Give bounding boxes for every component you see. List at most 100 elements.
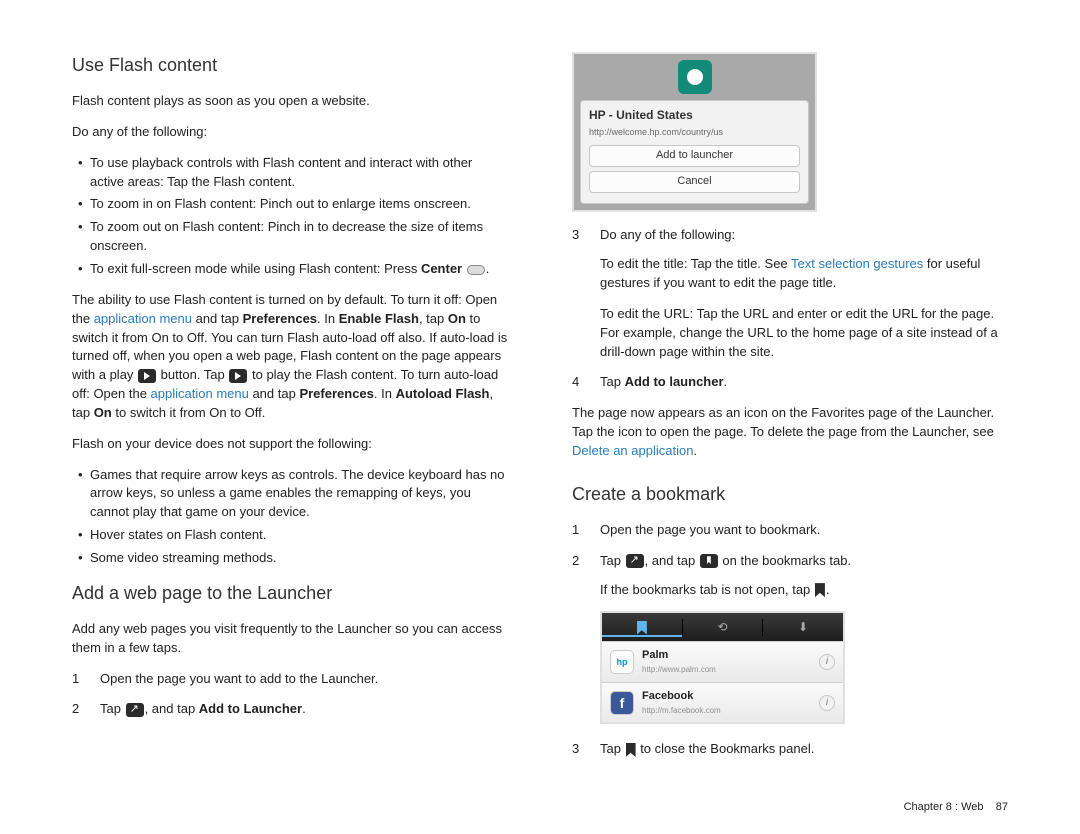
bookmark-row[interactable]: f Facebook http://m.facebook.com i	[602, 682, 843, 723]
flash-bullet-exit: To exit full-screen mode while using Fla…	[78, 260, 508, 279]
flash-intro: Flash content plays as soon as you open …	[72, 92, 508, 111]
text: . In	[317, 311, 339, 326]
bookmark-row[interactable]: hp Palm http://www.palm.com i	[602, 641, 843, 682]
dialog-panel: HP - United States http://welcome.hp.com…	[580, 100, 809, 204]
center-button-icon	[467, 265, 485, 275]
bookmarks-panel: ⟲ ⬇ hp Palm http://www.palm.com i f	[600, 611, 845, 724]
tab-bookmarks[interactable]	[602, 619, 683, 636]
link-application-menu[interactable]: application menu	[94, 311, 192, 326]
site-tile-icon	[678, 60, 712, 94]
add-steps-continued: Do any of the following: To edit the tit…	[572, 226, 1008, 392]
bookmarks-tabs: ⟲ ⬇	[602, 613, 843, 641]
bookmark-icon	[626, 743, 636, 757]
flash-unsupported-item: Games that require arrow keys as control…	[78, 466, 508, 523]
launcher-result: The page now appears as an icon on the F…	[572, 404, 1008, 461]
text: and tap	[249, 386, 300, 401]
share-icon	[126, 703, 144, 717]
flash-list: To use playback controls with Flash cont…	[72, 154, 508, 279]
add-step-4: Tap Add to launcher.	[572, 373, 1008, 392]
text: . In	[374, 386, 396, 401]
bookmark-steps: Open the page you want to bookmark. Tap …	[572, 521, 1008, 759]
add-intro: Add any web pages you visit frequently t…	[72, 620, 508, 658]
text: Tap	[600, 741, 625, 756]
add-step-3: Do any of the following: To edit the tit…	[572, 226, 1008, 361]
bookmark-text: Palm http://www.palm.com	[642, 648, 716, 676]
tab-history[interactable]: ⟲	[683, 619, 764, 636]
link-application-menu[interactable]: application menu	[151, 386, 249, 401]
text: Tap	[600, 553, 625, 568]
text: .	[724, 374, 728, 389]
chapter-label: Chapter 8 : Web	[904, 801, 984, 813]
flash-unsupported-list: Games that require arrow keys as control…	[72, 466, 508, 568]
add-to-launcher-dialog: HP - United States http://welcome.hp.com…	[572, 52, 817, 212]
text: to close the Bookmarks panel.	[637, 741, 815, 756]
add-step-1: Open the page you want to add to the Lau…	[72, 670, 508, 689]
text: to switch it from On to Off.	[112, 405, 266, 420]
text: The page now appears as an icon on the F…	[572, 405, 994, 439]
text	[462, 261, 466, 276]
text: On	[448, 311, 466, 326]
text: Enable Flash	[339, 311, 419, 326]
tab-downloads[interactable]: ⬇	[763, 619, 843, 636]
text: Add to launcher	[625, 374, 724, 389]
text: Tap	[600, 374, 625, 389]
link-text-selection-gestures[interactable]: Text selection gestures	[791, 256, 923, 271]
add-step-2: Tap , and tap Add to Launcher.	[72, 700, 508, 719]
text: on the bookmarks tab.	[719, 553, 851, 568]
bookmark-text: Facebook http://m.facebook.com	[642, 689, 721, 717]
dialog-title-field[interactable]: HP - United States	[589, 107, 800, 124]
facebook-favicon: f	[610, 691, 634, 715]
page-number: 87	[996, 801, 1008, 813]
text: , tap	[419, 311, 448, 326]
add-steps: Open the page you want to add to the Lau…	[72, 670, 508, 720]
text: If the bookmarks tab is not open, tap	[600, 582, 814, 597]
text: .	[693, 443, 697, 458]
play-icon	[138, 369, 156, 383]
edit-url-text: To edit the URL: Tap the URL and enter o…	[600, 305, 1008, 362]
text: On	[94, 405, 112, 420]
right-column: HP - United States http://welcome.hp.com…	[572, 52, 1008, 771]
info-icon[interactable]: i	[819, 695, 835, 711]
flash-unsupported-intro: Flash on your device does not support th…	[72, 435, 508, 454]
heading-add-launcher: Add a web page to the Launcher	[72, 580, 508, 606]
heading-bookmark: Create a bookmark	[572, 481, 1008, 507]
flash-bullet: To zoom out on Flash content: Pinch in t…	[78, 218, 508, 256]
text: Autoload Flash	[396, 386, 490, 401]
page-content: Use Flash content Flash content plays as…	[0, 0, 1080, 791]
page-footer: Chapter 8 : Web 87	[904, 800, 1008, 816]
text: , and tap	[645, 553, 699, 568]
text: and tap	[192, 311, 243, 326]
flash-bullet: To zoom in on Flash content: Pinch out t…	[78, 195, 508, 214]
flash-do-any: Do any of the following:	[72, 123, 508, 142]
text: Tap	[100, 701, 125, 716]
add-bookmark-icon	[700, 554, 718, 568]
bm-step-1: Open the page you want to bookmark.	[572, 521, 1008, 540]
add-to-launcher-button[interactable]: Add to launcher	[589, 145, 800, 167]
text: button. Tap	[157, 367, 228, 382]
hp-favicon: hp	[610, 650, 634, 674]
text: Add to Launcher	[199, 701, 302, 716]
text: To edit the title: Tap the title. See	[600, 256, 791, 271]
flash-paragraph: The ability to use Flash content is turn…	[72, 291, 508, 423]
left-column: Use Flash content Flash content plays as…	[72, 52, 508, 771]
center-label: Center	[421, 261, 462, 276]
bm-note: If the bookmarks tab is not open, tap .	[600, 581, 1008, 600]
play-icon	[229, 369, 247, 383]
text: .	[826, 582, 830, 597]
bookmark-icon	[637, 621, 647, 635]
link-delete-application[interactable]: Delete an application	[572, 443, 693, 458]
text: .	[302, 701, 306, 716]
text: Preferences	[243, 311, 317, 326]
bookmark-icon	[815, 583, 825, 597]
flash-unsupported-item: Some video streaming methods.	[78, 549, 508, 568]
flash-unsupported-item: Hover states on Flash content.	[78, 526, 508, 545]
bookmark-url: http://www.palm.com	[642, 664, 716, 676]
dialog-url-field[interactable]: http://welcome.hp.com/country/us	[589, 126, 800, 139]
cancel-button[interactable]: Cancel	[589, 171, 800, 193]
info-icon[interactable]: i	[819, 654, 835, 670]
bookmark-url: http://m.facebook.com	[642, 705, 721, 717]
bookmark-title: Facebook	[642, 689, 721, 705]
text: To exit full-screen mode while using Fla…	[90, 261, 421, 276]
bookmark-title: Palm	[642, 648, 716, 664]
share-icon	[626, 554, 644, 568]
